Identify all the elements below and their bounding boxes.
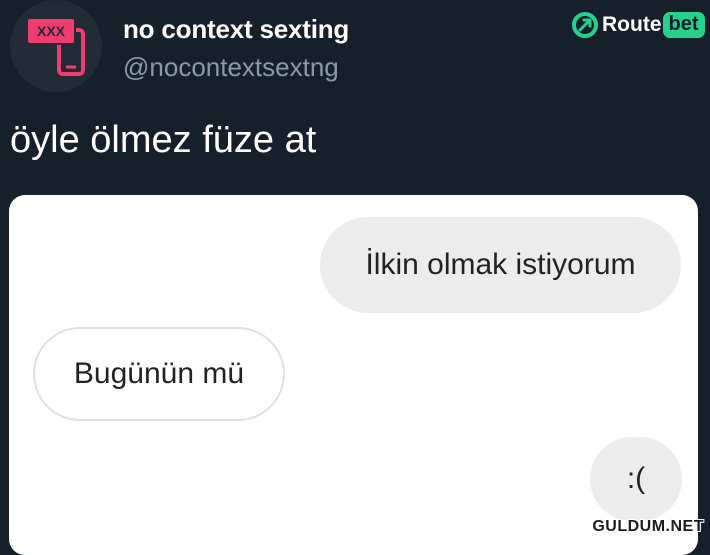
routebet-logo-icon — [572, 12, 598, 38]
message-text: Bugünün mü — [73, 357, 245, 390]
display-name[interactable]: no context sexting — [123, 14, 349, 45]
chat-screenshot-card: İlkin olmak istiyorum Bugünün mü :( — [9, 195, 698, 555]
message-text: :( — [626, 462, 646, 495]
xxx-badge-text: XXX — [37, 23, 66, 39]
tweet-text: öyle ölmez füze at — [10, 119, 317, 161]
site-watermark: GULDUM.NET — [592, 518, 704, 535]
brand-pill: bet — [662, 12, 705, 38]
message-bubble-sent: :( — [590, 437, 682, 521]
brand-word: Route — [602, 13, 662, 36]
message-bubble-sent: İlkin olmak istiyorum — [320, 217, 681, 313]
routebet-watermark: Route bet — [571, 10, 705, 40]
user-handle[interactable]: @nocontextsextng — [123, 52, 339, 83]
message-bubble-received: Bugünün mü — [33, 327, 285, 421]
message-text: İlkin olmak istiyorum — [365, 248, 636, 281]
avatar[interactable]: XXX — [10, 0, 102, 92]
avatar-logo: XXX — [26, 17, 85, 76]
